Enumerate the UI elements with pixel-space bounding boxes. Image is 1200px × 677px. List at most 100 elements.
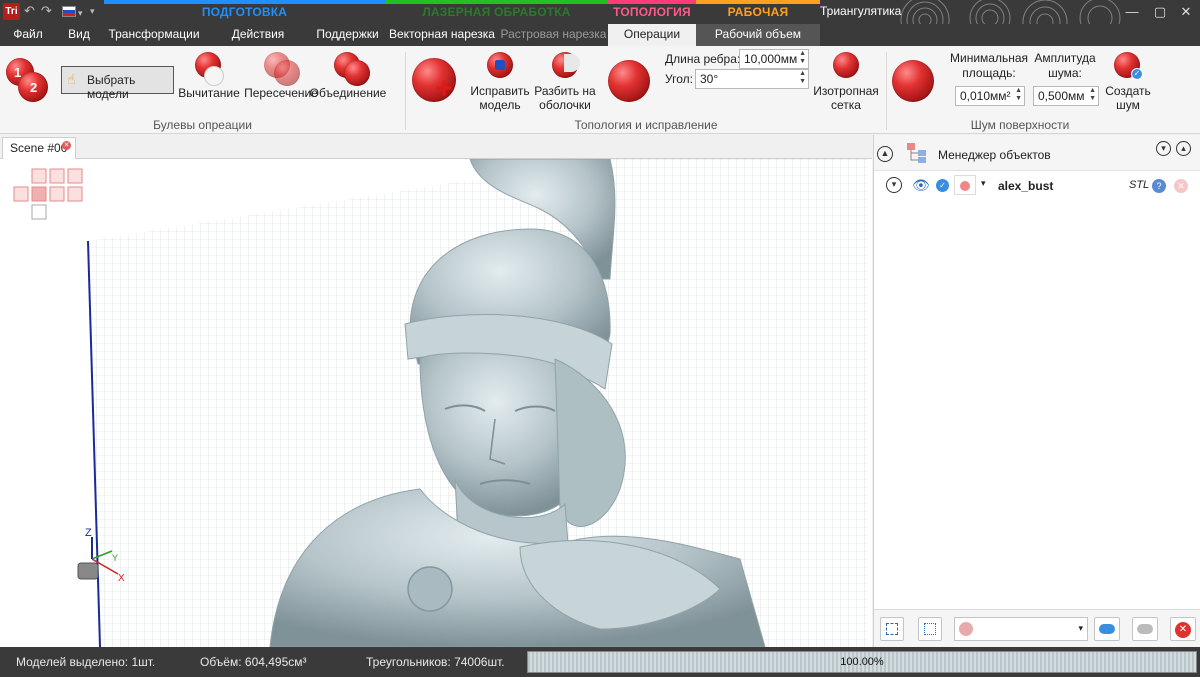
surface-noise-icon-button[interactable] [890, 58, 936, 104]
visibility-eye-icon[interactable]: 👁 [912, 177, 930, 194]
select-models-button[interactable]: ☝ Выбрать модели [61, 66, 174, 101]
object-tree-icon [907, 143, 926, 163]
title-bar: Tri ↶ ↷ ▾ ▾ ПОДГОТОВКА ЛАЗЕРНАЯ ОБРАБОТК… [0, 0, 1200, 45]
hand-pointer-icon: ☝ [67, 71, 76, 87]
expand-all-icon[interactable]: ▾ [1156, 141, 1171, 156]
checked-icon[interactable]: ✓ [936, 179, 949, 192]
object-name: alex_bust [998, 179, 1054, 193]
list-item[interactable]: ▾ 👁 ✓ ▾ alex_bust STL ? ✕ [874, 175, 1200, 199]
plus-icon: + [435, 72, 453, 105]
chevron-down-icon[interactable]: ▾ [981, 178, 986, 189]
object-manager-title: Менеджер объектов [938, 148, 1051, 162]
edge-length-field[interactable]: 10,000мм ▲ ▼ [739, 49, 809, 69]
axis-y-label: Y [112, 553, 118, 563]
object-manager-toolbar: ▾ ✕ [874, 609, 1200, 647]
create-noise-button[interactable]: ✓ Создать шум [1102, 50, 1154, 114]
unlink-models-button[interactable] [1132, 617, 1158, 641]
model-order-button[interactable]: 1 2 [4, 56, 54, 106]
link-models-button[interactable] [1094, 617, 1120, 641]
number-one-icon: 1 [14, 65, 22, 80]
axis-z-label: Z [85, 527, 92, 539]
close-tab-icon[interactable]: ✕ [62, 141, 71, 150]
angle-label: Угол: [665, 72, 693, 86]
add-model-button[interactable]: + [410, 56, 460, 104]
scene-viewport[interactable]: Z Y X [0, 159, 872, 647]
category-preparation: ПОДГОТОВКА [104, 0, 385, 24]
tab-raster-slice[interactable]: Растровая нарезка [499, 24, 608, 46]
boolean-group-label: Булевы опреации [153, 118, 252, 132]
fix-patch-icon [495, 60, 505, 70]
status-bar: Моделей выделено: 1шт. Объём: 604,495см³… [0, 647, 1200, 677]
undo-icon[interactable]: ↶ [24, 4, 35, 18]
split-icon [564, 54, 580, 72]
subtract-icon [204, 66, 224, 86]
scene-canvas[interactable]: Z Y X [0, 159, 872, 647]
spinner-arrows-icon[interactable]: ▲ ▼ [1015, 87, 1022, 103]
number-two-icon: 2 [30, 80, 38, 95]
category-laser: ЛАЗЕРНАЯ ОБРАБОТКА [385, 0, 608, 24]
app-logo: Tri [3, 3, 20, 20]
noise-group-label: Шум поверхности [970, 118, 1070, 132]
tab-vector-slice[interactable]: Векторная нарезка [387, 24, 497, 46]
ribbon-tabs: Файл Вид Трансформации Действия Поддержк… [0, 24, 1200, 46]
isotropic-mesh-button[interactable]: Изотропная сетка [812, 50, 880, 114]
tab-supports[interactable]: Поддержки [310, 24, 385, 46]
angle-field[interactable]: 30° ▲ ▼ [695, 69, 809, 89]
scene-tabbar: Scene #00 ✕ [0, 135, 872, 159]
delete-objects-button[interactable]: ✕ [1170, 617, 1196, 641]
object-format: STL [1129, 179, 1150, 191]
category-topology: ТОПОЛОГИЯ [608, 0, 696, 24]
subtract-button[interactable]: Вычитание [178, 50, 240, 102]
minimize-button[interactable]: — [1118, 2, 1146, 22]
app-window: Tri ↶ ↷ ▾ ▾ ПОДГОТОВКА ЛАЗЕРНАЯ ОБРАБОТК… [0, 0, 1200, 677]
model-thumbnail-icon [954, 175, 976, 195]
chevron-down-icon: ▾ [1078, 623, 1083, 633]
model-select-dropdown[interactable]: ▾ [954, 617, 1088, 641]
object-manager-header: ▲ Менеджер объектов ▾ ▴ [874, 135, 1200, 171]
edge-length-label: Длина ребра: [665, 52, 741, 66]
language-flag-icon[interactable] [62, 6, 76, 17]
split-shells-button[interactable]: Разбить на оболочки [530, 50, 600, 114]
volume-readout: Объём: 604,495см³ [200, 655, 307, 669]
spinner-arrows-icon[interactable]: ▲ ▼ [799, 50, 806, 66]
redo-icon[interactable]: ↷ [41, 4, 52, 18]
info-icon[interactable]: ? [1152, 179, 1166, 193]
collapse-all-icon[interactable]: ▴ [1176, 141, 1191, 156]
check-badge-icon: ✓ [1131, 68, 1143, 80]
tab-scene-00[interactable]: Scene #00 ✕ [2, 137, 76, 159]
tab-transform[interactable]: Трансформации [104, 24, 204, 46]
close-window-button[interactable]: ✕ [1172, 2, 1200, 22]
tab-view[interactable]: Вид [56, 24, 102, 46]
topology-group-label: Топология и исправление [574, 118, 718, 132]
noise-amplitude-field[interactable]: 0,500мм ▲ ▼ [1033, 86, 1099, 106]
min-area-label: Минимальная [950, 51, 1029, 65]
remesh-icon-button[interactable] [606, 58, 652, 104]
collapse-panel-icon[interactable]: ▲ [877, 146, 893, 162]
triangle-count: Треугольников: 74006шт. [366, 655, 505, 669]
ribbon-panel: 1 2 ☝ Выбрать модели Вычитание Пересечен… [0, 46, 1200, 134]
selected-count: Моделей выделено: 1шт. [16, 655, 156, 669]
union-button[interactable]: Объединение [296, 50, 400, 102]
spinner-arrows-icon[interactable]: ▲ ▼ [799, 70, 806, 86]
group-select-button[interactable] [918, 617, 942, 641]
tab-work-volume[interactable]: Рабочий объем [696, 24, 820, 46]
tab-operations[interactable]: Операции [608, 24, 696, 46]
view-cube[interactable] [13, 168, 83, 220]
fix-model-button[interactable]: Исправить модель [466, 50, 534, 114]
quick-access-menu-icon[interactable]: ▾ [90, 4, 95, 18]
min-area-field[interactable]: 0,010мм² ▲ ▼ [955, 86, 1025, 106]
select-all-button[interactable] [880, 617, 904, 641]
expand-item-icon[interactable]: ▾ [886, 177, 902, 193]
remove-object-icon[interactable]: ✕ [1174, 179, 1188, 193]
category-workspace: РАБОЧАЯ ОБЛАСТЬ [696, 0, 820, 44]
spinner-arrows-icon[interactable]: ▲ ▼ [1089, 87, 1096, 103]
chevron-down-icon[interactable]: ▾ [78, 6, 83, 20]
object-manager-panel: ▲ Менеджер объектов ▾ ▴ ▾ 👁 ✓ ▾ alex_bus… [873, 135, 1200, 647]
app-title: Триангулятика [820, 4, 902, 18]
noise-amplitude-label: Амплитуда [1034, 51, 1096, 65]
progress-bar: 100.00% [527, 651, 1197, 673]
tab-actions[interactable]: Действия [222, 24, 294, 46]
axis-x-label: X [118, 573, 125, 584]
tab-file[interactable]: Файл [0, 24, 56, 46]
maximize-button[interactable]: ▢ [1146, 2, 1174, 22]
